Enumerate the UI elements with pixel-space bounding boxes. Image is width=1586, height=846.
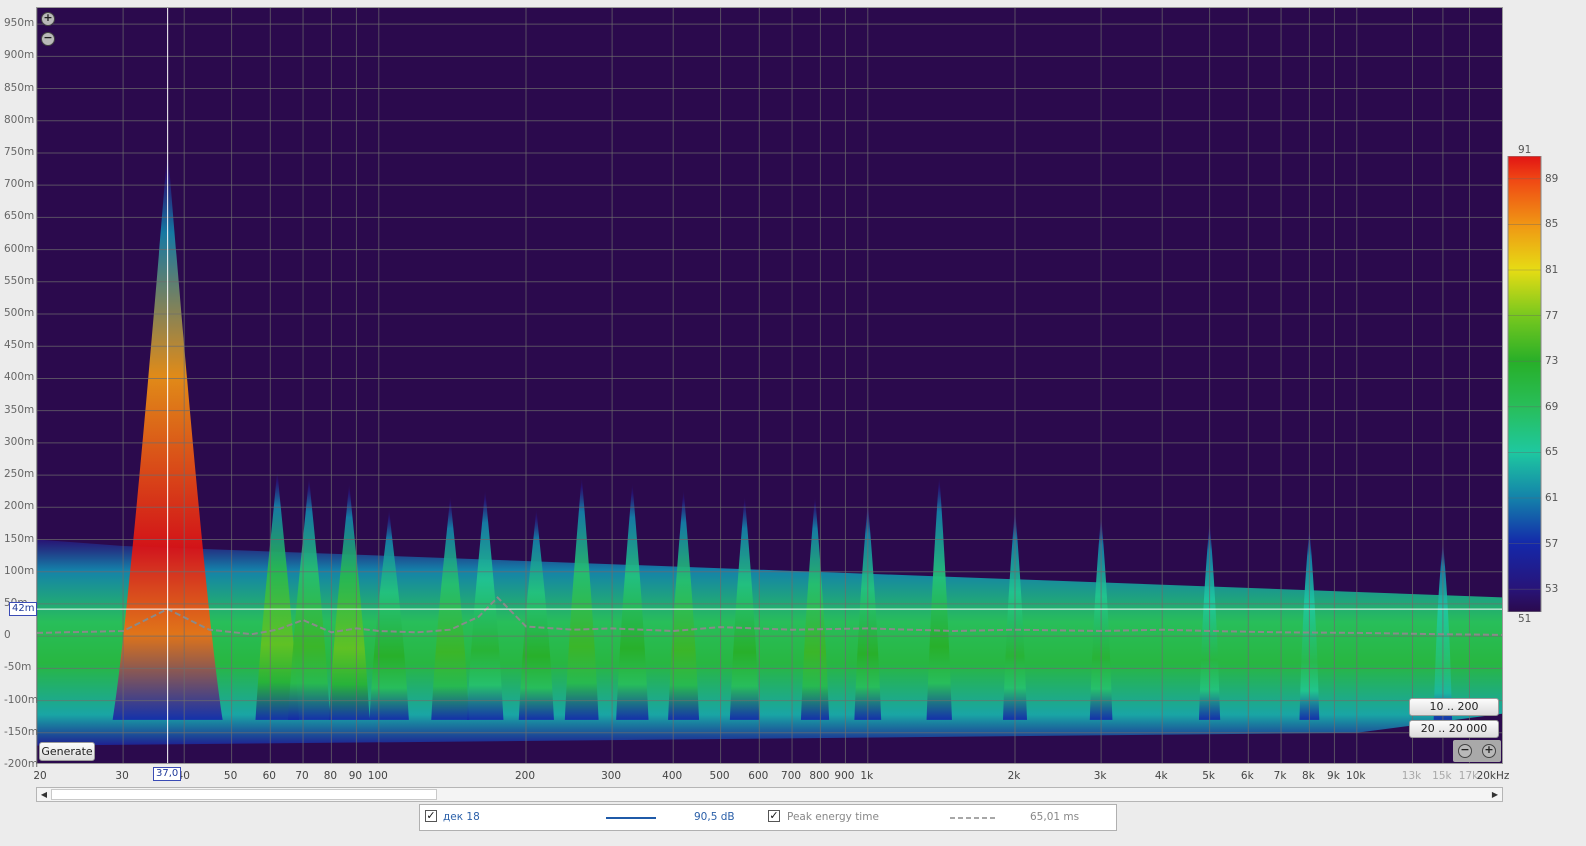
x-tick-label: 9k	[1327, 770, 1340, 782]
y-tick-label: 250m	[4, 468, 35, 481]
x-tick-label: 2k	[1007, 770, 1021, 782]
x-tick-label: 5k	[1202, 770, 1215, 782]
x-tick-label: 20kHz	[1476, 770, 1510, 782]
x-tick-label: 600	[748, 770, 769, 782]
color-scale-tick-label: 65	[1545, 446, 1559, 459]
color-scale-tick-label: 89	[1545, 172, 1559, 185]
color-scale-tick-label: 53	[1545, 583, 1559, 596]
y-tick-label: 300m	[4, 435, 35, 448]
y-tick-label: 200m	[4, 500, 35, 513]
x-tick-label: 6k	[1240, 770, 1254, 782]
peak-energy-checkbox[interactable]: ✓	[768, 810, 780, 822]
color-scale-tick-label: 81	[1545, 264, 1559, 276]
y-tick-label: 100m	[4, 564, 35, 577]
scroll-left-icon[interactable]: ◀	[38, 789, 50, 800]
cursor-time-badge: 42m	[9, 602, 38, 616]
x-tick-label: 700	[781, 770, 802, 782]
measurement-checkbox[interactable]: ✓	[425, 810, 437, 822]
x-tick-label: 90	[348, 770, 363, 782]
scrollbar-thumb[interactable]	[51, 789, 437, 800]
range-10-200-button[interactable]: 10 .. 200	[1409, 698, 1499, 716]
zoom-in-y-icon[interactable]: +	[41, 12, 55, 26]
color-scale-max: 91	[1518, 144, 1532, 156]
color-scale-min: 51	[1518, 613, 1532, 625]
x-tick-label: 70	[295, 770, 309, 782]
y-tick-label: 750m	[4, 145, 35, 158]
y-tick-label: 150m	[4, 532, 35, 545]
peak-energy-value: 65,01 ms	[1030, 811, 1080, 823]
horizontal-scrollbar[interactable]: ◀ ▶	[36, 787, 1503, 802]
y-tick-label: 600m	[4, 242, 35, 255]
y-tick-label: 700m	[4, 178, 35, 191]
y-tick-label: 900m	[4, 49, 35, 62]
measurement-name: дек 18	[443, 811, 480, 823]
x-tick-label: 80	[323, 770, 338, 782]
x-tick-label: 17k	[1458, 770, 1479, 782]
y-tick-label: 450m	[4, 339, 35, 352]
zoom-out-x-icon[interactable]: −	[1458, 744, 1472, 758]
peak-energy-line-swatch	[950, 817, 998, 819]
y-tick-label: 850m	[4, 81, 35, 94]
y-tick-label: -100m	[4, 693, 39, 706]
measurement-line-swatch	[606, 817, 656, 819]
y-tick-label: 950m	[4, 17, 35, 30]
y-tick-label: 550m	[4, 274, 35, 287]
y-tick-label: -200m	[4, 758, 39, 770]
x-tick-label: 60	[262, 770, 276, 782]
x-tick-label: 100	[367, 770, 388, 782]
x-tick-label: 800	[809, 770, 830, 782]
x-tick-label: 3k	[1093, 770, 1107, 782]
color-scale-tick-label: 77	[1545, 309, 1559, 322]
generate-button[interactable]: Generate	[39, 742, 95, 761]
y-tick-label: 350m	[4, 403, 35, 416]
x-tick-label: 200	[514, 770, 536, 782]
y-tick-label: -150m	[4, 725, 39, 738]
x-tick-label: 10k	[1346, 770, 1366, 782]
color-scale-bar	[1507, 156, 1542, 612]
peak-energy-label: Peak energy time	[787, 811, 879, 823]
y-tick-label: 400m	[4, 371, 35, 384]
cursor-freq-badge: 37,0	[153, 767, 182, 781]
x-tick-label: 20	[33, 770, 47, 782]
legend-panel: ✓ дек 18 90,5 dB ✓ Peak energy time 65,0…	[419, 804, 1117, 831]
y-tick-label: 500m	[4, 307, 35, 320]
y-tick-label: -50m	[4, 661, 32, 674]
x-tick-label: 900	[834, 770, 855, 782]
scroll-right-icon[interactable]: ▶	[1489, 789, 1501, 800]
x-tick-label: 50	[223, 770, 238, 782]
spectrogram-plot[interactable]: + − Generate 10 .. 200 20 .. 20 000 − +	[36, 7, 1503, 764]
x-tick-label: 4k	[1154, 770, 1168, 782]
color-scale-tick-label: 85	[1545, 218, 1559, 231]
zoom-out-y-icon[interactable]: −	[41, 32, 55, 46]
x-tick-label: 400	[662, 770, 683, 782]
x-tick-label: 1k	[860, 770, 874, 782]
y-tick-label: 0	[4, 629, 11, 642]
measurement-value: 90,5 dB	[694, 811, 735, 823]
color-scale-tick-label: 73	[1545, 355, 1559, 368]
x-tick-label: 300	[601, 770, 622, 782]
color-scale-tick-label: 69	[1545, 400, 1559, 413]
x-tick-label: 8k	[1302, 770, 1315, 782]
y-tick-label: 800m	[4, 113, 35, 126]
x-tick-label: 13k	[1401, 770, 1422, 782]
y-tick-label: 650m	[4, 210, 35, 223]
color-scale-tick-label: 61	[1545, 492, 1559, 504]
zoom-in-x-icon[interactable]: +	[1482, 744, 1496, 758]
x-tick-label: 15k	[1432, 770, 1452, 782]
x-tick-label: 30	[115, 770, 129, 782]
range-20-20000-button[interactable]: 20 .. 20 000	[1409, 720, 1499, 738]
spectrogram-canvas[interactable]	[37, 8, 1503, 764]
color-scale-tick-label: 57	[1545, 537, 1559, 550]
x-tick-label: 500	[709, 770, 730, 782]
x-tick-label: 7k	[1273, 770, 1287, 782]
